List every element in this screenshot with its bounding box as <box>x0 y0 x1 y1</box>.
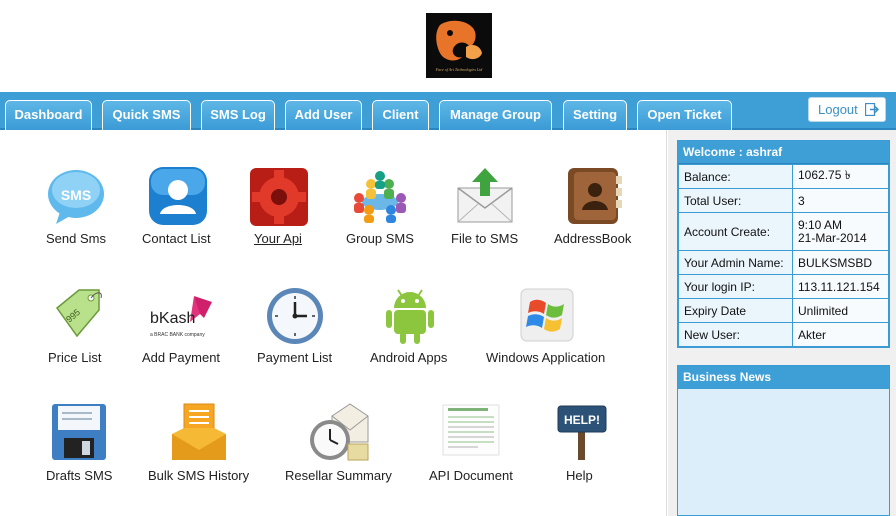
price-tag-icon: 995 <box>55 289 102 338</box>
tab-sms-log[interactable]: SMS Log <box>201 100 275 130</box>
grid-item-group-sms[interactable]: Group SMS <box>345 166 417 250</box>
table-row: New User: Akter <box>678 322 889 347</box>
grid-item-add-payment[interactable]: bKash a BRAC BANK company Add Payment <box>140 286 224 368</box>
table-row: Balance: 1062.75 ৳ <box>678 164 889 189</box>
grid-item-label: API Document <box>429 468 513 483</box>
account-info-panel: Welcome : ashraf Balance: 1062.75 ৳ Tota… <box>677 140 890 348</box>
bkash-sub-text: a BRAC BANK company <box>150 332 205 338</box>
table-row: Your login IP: 113.11.121.154 <box>678 274 889 299</box>
bkash-brand-text: bKash <box>150 310 196 327</box>
grid-item-label: Send Sms <box>46 231 106 246</box>
grid-item-addressbook[interactable]: AddressBook <box>554 166 636 250</box>
floppy-disk-icon <box>52 404 106 460</box>
table-row: Expiry Date Unlimited <box>678 298 889 323</box>
grid-item-help[interactable]: HELP! Help <box>552 402 608 486</box>
info-label: Your login IP: <box>678 274 793 299</box>
info-value: BULKSMSBD <box>792 250 889 275</box>
grid-item-android-apps[interactable]: Android Apps <box>368 286 452 368</box>
grid-item-send-sms[interactable]: SMS Send Sms <box>40 166 112 250</box>
bkash-logo-icon: bKash a BRAC BANK company <box>150 292 214 342</box>
tab-dashboard[interactable]: Dashboard <box>5 100 92 130</box>
help-sign-text: HELP! <box>564 413 600 427</box>
grid-item-price-list[interactable]: 995 Price List <box>45 286 107 368</box>
info-label: Account Create: <box>678 212 793 251</box>
grid-item-windows-application[interactable]: Windows Application <box>484 286 608 368</box>
info-label: Balance: <box>678 164 793 189</box>
windows-logo-icon <box>520 288 574 342</box>
address-book-icon <box>568 168 622 224</box>
envelope-upload-icon <box>457 168 513 223</box>
grid-item-label: Resellar Summary <box>285 468 392 483</box>
group-people-icon <box>354 171 406 223</box>
account-create-time: 9:10 AM <box>798 217 843 232</box>
info-value: 3 <box>792 188 889 213</box>
table-row: Total User: 3 <box>678 188 889 213</box>
clock-icon <box>267 288 323 344</box>
info-value: 1062.75 ৳ <box>792 164 889 189</box>
logout-button[interactable]: Logout <box>808 97 886 122</box>
grid-item-drafts-sms[interactable]: Drafts SMS <box>44 402 114 486</box>
tab-setting[interactable]: Setting <box>563 100 627 130</box>
grid-item-label: AddressBook <box>554 231 632 246</box>
info-value: 113.11.121.154 <box>792 274 889 299</box>
grid-item-label: Price List <box>48 350 102 365</box>
top-navigation: Dashboard Quick SMS SMS Log Add User Cli… <box>0 92 896 130</box>
welcome-title: Welcome : ashraf <box>678 141 889 164</box>
company-logo: Face of Art Technologies Ltd <box>426 13 492 78</box>
grid-item-label: Help <box>566 468 593 483</box>
tab-manage-group[interactable]: Manage Group <box>439 100 552 130</box>
grid-item-payment-list[interactable]: Payment List <box>256 286 336 368</box>
tab-add-user[interactable]: Add User <box>285 100 362 130</box>
grid-item-your-api[interactable]: Your Api <box>248 166 316 250</box>
grid-item-bulk-sms-history[interactable]: Bulk SMS History <box>146 402 252 486</box>
grid-item-label: Group SMS <box>346 231 414 246</box>
table-row: Account Create: 9:10 AM 21-Mar-2014 <box>678 212 889 251</box>
main-content: SMS Send Sms Contact List Your Api Group… <box>0 130 667 516</box>
clock-envelope-icon <box>310 403 369 461</box>
grid-item-file-to-sms[interactable]: File to SMS <box>450 166 522 250</box>
business-news-title: Business News <box>678 366 889 389</box>
grid-item-label: Payment List <box>257 350 333 365</box>
info-value: 9:10 AM 21-Mar-2014 <box>792 212 889 251</box>
info-value: Akter <box>792 322 889 347</box>
info-label: Your Admin Name: <box>678 250 793 275</box>
grid-item-label: Your Api <box>254 231 302 246</box>
business-news-panel: Business News <box>677 365 890 516</box>
grid-item-contact-list[interactable]: Contact List <box>142 166 222 250</box>
logout-icon <box>865 103 879 116</box>
grid-item-api-document[interactable]: API Document <box>428 402 518 486</box>
tab-open-ticket[interactable]: Open Ticket <box>637 100 732 130</box>
android-icon <box>386 289 434 344</box>
grid-item-label: Add Payment <box>142 350 221 365</box>
grid-item-resellar-summary[interactable]: Resellar Summary <box>284 402 396 486</box>
grid-item-label: Bulk SMS History <box>148 468 250 483</box>
info-label: Total User: <box>678 188 793 213</box>
inbox-tray-icon <box>172 403 226 460</box>
grid-item-label: File to SMS <box>451 231 519 246</box>
contact-person-icon <box>149 167 207 225</box>
grid-item-label: Android Apps <box>370 350 448 365</box>
sms-bubble-icon: SMS <box>48 170 104 224</box>
grid-item-label: Drafts SMS <box>46 468 113 483</box>
account-info-table: Balance: 1062.75 ৳ Total User: 3 Account… <box>678 164 889 347</box>
logo-text: Face of Art Technologies Ltd <box>435 67 483 72</box>
header: Face of Art Technologies Ltd <box>0 0 896 92</box>
gear-icon <box>250 168 308 226</box>
grid-item-label: Contact List <box>142 231 211 246</box>
info-value: Unlimited <box>792 298 889 323</box>
help-sign-icon: HELP! <box>557 405 607 460</box>
tab-client[interactable]: Client <box>372 100 429 130</box>
svg-text:SMS: SMS <box>61 187 91 203</box>
info-label: New User: <box>678 322 793 347</box>
logout-label: Logout <box>818 102 858 117</box>
account-create-date: 21-Mar-2014 <box>798 230 867 245</box>
tab-quick-sms[interactable]: Quick SMS <box>102 100 191 130</box>
document-icon <box>442 404 500 456</box>
info-label: Expiry Date <box>678 298 793 323</box>
grid-item-label: Windows Application <box>486 350 606 365</box>
table-row: Your Admin Name: BULKSMSBD <box>678 250 889 275</box>
